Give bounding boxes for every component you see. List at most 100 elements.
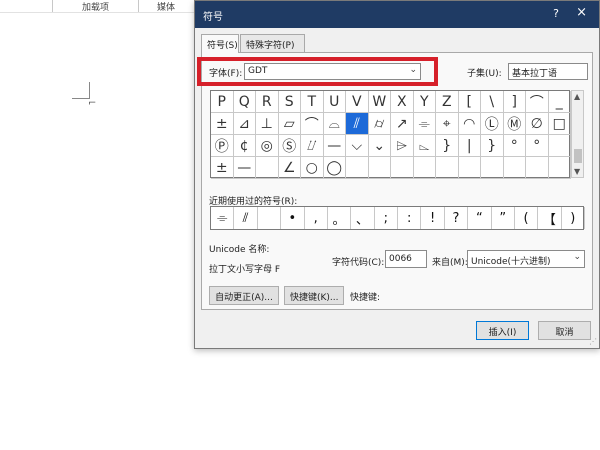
recent-symbol-cell[interactable] (258, 207, 282, 229)
recent-symbol-cell[interactable]: ; (375, 207, 398, 229)
recent-symbol-cell[interactable]: 【 (538, 207, 562, 229)
symbol-cell[interactable] (413, 157, 436, 179)
symbol-cell[interactable]: _ (548, 91, 571, 113)
symbol-cell[interactable] (503, 157, 526, 179)
scrollbar-thumb[interactable] (574, 149, 582, 163)
symbol-cell[interactable]: ⌖ (436, 113, 459, 135)
symbol-cell[interactable]: Ⓜ (503, 113, 526, 135)
help-icon[interactable]: ? (553, 7, 559, 20)
symbol-cell[interactable] (481, 157, 504, 179)
symbol-cell[interactable]: ⫽ (346, 113, 369, 135)
recent-symbol-cell[interactable]: 。 (328, 207, 352, 229)
symbol-cell[interactable]: R (256, 91, 279, 113)
symbol-cell[interactable]: ○ (301, 157, 324, 179)
symbol-cell[interactable]: ⌒ (301, 113, 324, 135)
recent-symbol-cell[interactable]: , (305, 207, 328, 229)
symbol-cell[interactable]: ◎ (256, 135, 279, 157)
symbol-cell[interactable]: [ (458, 91, 481, 113)
symbol-cell[interactable]: ∅ (526, 113, 549, 135)
symbol-cell[interactable]: Z (436, 91, 459, 113)
symbol-cell[interactable]: P (211, 91, 234, 113)
recent-symbol-cell[interactable]: ⌯ (211, 207, 235, 229)
symbol-cell[interactable]: X (391, 91, 414, 113)
symbol-cell[interactable]: Q (233, 91, 256, 113)
symbol-cell[interactable]: ◯ (323, 157, 346, 179)
insert-button[interactable]: 插入(I) (476, 321, 529, 340)
symbol-cell[interactable]: ∠ (278, 157, 301, 179)
symbol-cell[interactable]: ° (526, 135, 549, 157)
recent-symbol-cell[interactable]: ! (421, 207, 445, 229)
recent-symbol-cell[interactable]: : (398, 207, 422, 229)
symbol-cell[interactable]: } (481, 135, 504, 157)
symbol-cell[interactable] (458, 157, 481, 179)
font-select[interactable]: GDT ⌄ (244, 63, 421, 80)
tab-symbols[interactable]: 符号(S) (201, 34, 239, 53)
symbol-cell[interactable]: ↗ (391, 113, 414, 135)
symbol-cell[interactable]: ⊥ (256, 113, 279, 135)
symbol-cell[interactable]: | (458, 135, 481, 157)
symbol-cell[interactable] (368, 157, 391, 179)
symbol-cell[interactable] (548, 157, 571, 179)
symbol-cell[interactable] (526, 157, 549, 179)
symbol-cell[interactable]: ⌯ (413, 113, 436, 135)
symbol-cell[interactable] (346, 157, 369, 179)
symbol-cell[interactable]: — (323, 135, 346, 157)
symbol-cell[interactable]: ⌄ (368, 135, 391, 157)
symbol-cell[interactable]: ⌭ (368, 113, 391, 135)
chevron-down-icon[interactable]: ▼ (574, 167, 580, 176)
symbol-cell[interactable] (548, 135, 571, 157)
cancel-button[interactable]: 取消 (538, 321, 591, 340)
recent-symbol-cell[interactable]: ) (562, 207, 585, 229)
symbol-cell[interactable]: ⌒ (526, 91, 549, 113)
symbol-cell[interactable]: } (436, 135, 459, 157)
chevron-up-icon[interactable]: ▲ (574, 92, 580, 101)
shortcut-key-button[interactable]: 快捷键(K)... (284, 286, 344, 305)
symbol-cell[interactable]: ⌵ (346, 135, 369, 157)
symbol-cell[interactable]: Y (413, 91, 436, 113)
symbol-cell[interactable]: ± (211, 157, 234, 179)
symbol-cell[interactable]: U (323, 91, 346, 113)
symbol-cell[interactable]: Ⓟ (211, 135, 234, 157)
symbol-cell[interactable]: S (278, 91, 301, 113)
symbol-cell[interactable]: ⊿ (233, 113, 256, 135)
recent-symbol-cell[interactable]: • (281, 207, 305, 229)
from-select[interactable]: Unicode(十六进制) ⌄ (467, 250, 585, 268)
autocorrect-button[interactable]: 自动更正(A)... (209, 286, 279, 305)
symbol-cell[interactable]: — (233, 157, 256, 179)
close-icon[interactable]: × (576, 5, 587, 20)
recent-symbol-cell[interactable]: ? (445, 207, 469, 229)
symbol-cell[interactable]: T (301, 91, 324, 113)
symbol-cell[interactable]: ± (211, 113, 234, 135)
symbol-cell[interactable]: ⌓ (323, 113, 346, 135)
symbol-cell[interactable]: ⏥ (278, 113, 301, 135)
symbol-cell[interactable]: ⌲ (391, 135, 414, 157)
symbol-cell[interactable]: ⌳ (413, 135, 436, 157)
symbol-cell[interactable]: ⌰ (301, 135, 324, 157)
symbol-cell[interactable]: □ (548, 113, 571, 135)
symbol-cell[interactable]: ◠ (458, 113, 481, 135)
ribbon-tab-addins[interactable]: 加载项 (82, 0, 109, 13)
recent-symbol-cell[interactable]: ( (515, 207, 539, 229)
recent-symbol-cell[interactable]: ⫽ (234, 207, 258, 229)
dialog-titlebar[interactable]: 符号 ? × (195, 1, 599, 28)
symbol-cell[interactable]: V (346, 91, 369, 113)
symbol-cell[interactable] (391, 157, 414, 179)
symbol-cell[interactable]: ¢ (233, 135, 256, 157)
symbol-cell[interactable] (436, 157, 459, 179)
tab-special-characters[interactable]: 特殊字符(P) (240, 34, 305, 52)
recent-symbol-cell[interactable]: ” (492, 207, 515, 229)
symbol-cell[interactable] (256, 157, 279, 179)
symbol-cell[interactable]: W (368, 91, 391, 113)
character-code-input[interactable]: 0066 (385, 250, 427, 268)
recent-symbol-cell[interactable]: “ (468, 207, 492, 229)
ribbon-tab-media[interactable]: 媒体 (157, 0, 175, 13)
symbol-cell[interactable]: Ⓢ (278, 135, 301, 157)
subset-select[interactable]: 基本拉丁语 (508, 63, 588, 80)
resize-grip-icon[interactable]: ⋰ (589, 337, 597, 346)
symbol-grid-scrollbar[interactable]: ▲ ▼ (571, 90, 584, 178)
symbol-cell[interactable]: \ (481, 91, 504, 113)
recent-symbol-cell[interactable]: 、 (351, 207, 375, 229)
symbol-cell[interactable]: Ⓛ (481, 113, 504, 135)
symbol-cell[interactable]: ° (503, 135, 526, 157)
symbol-cell[interactable]: ] (503, 91, 526, 113)
